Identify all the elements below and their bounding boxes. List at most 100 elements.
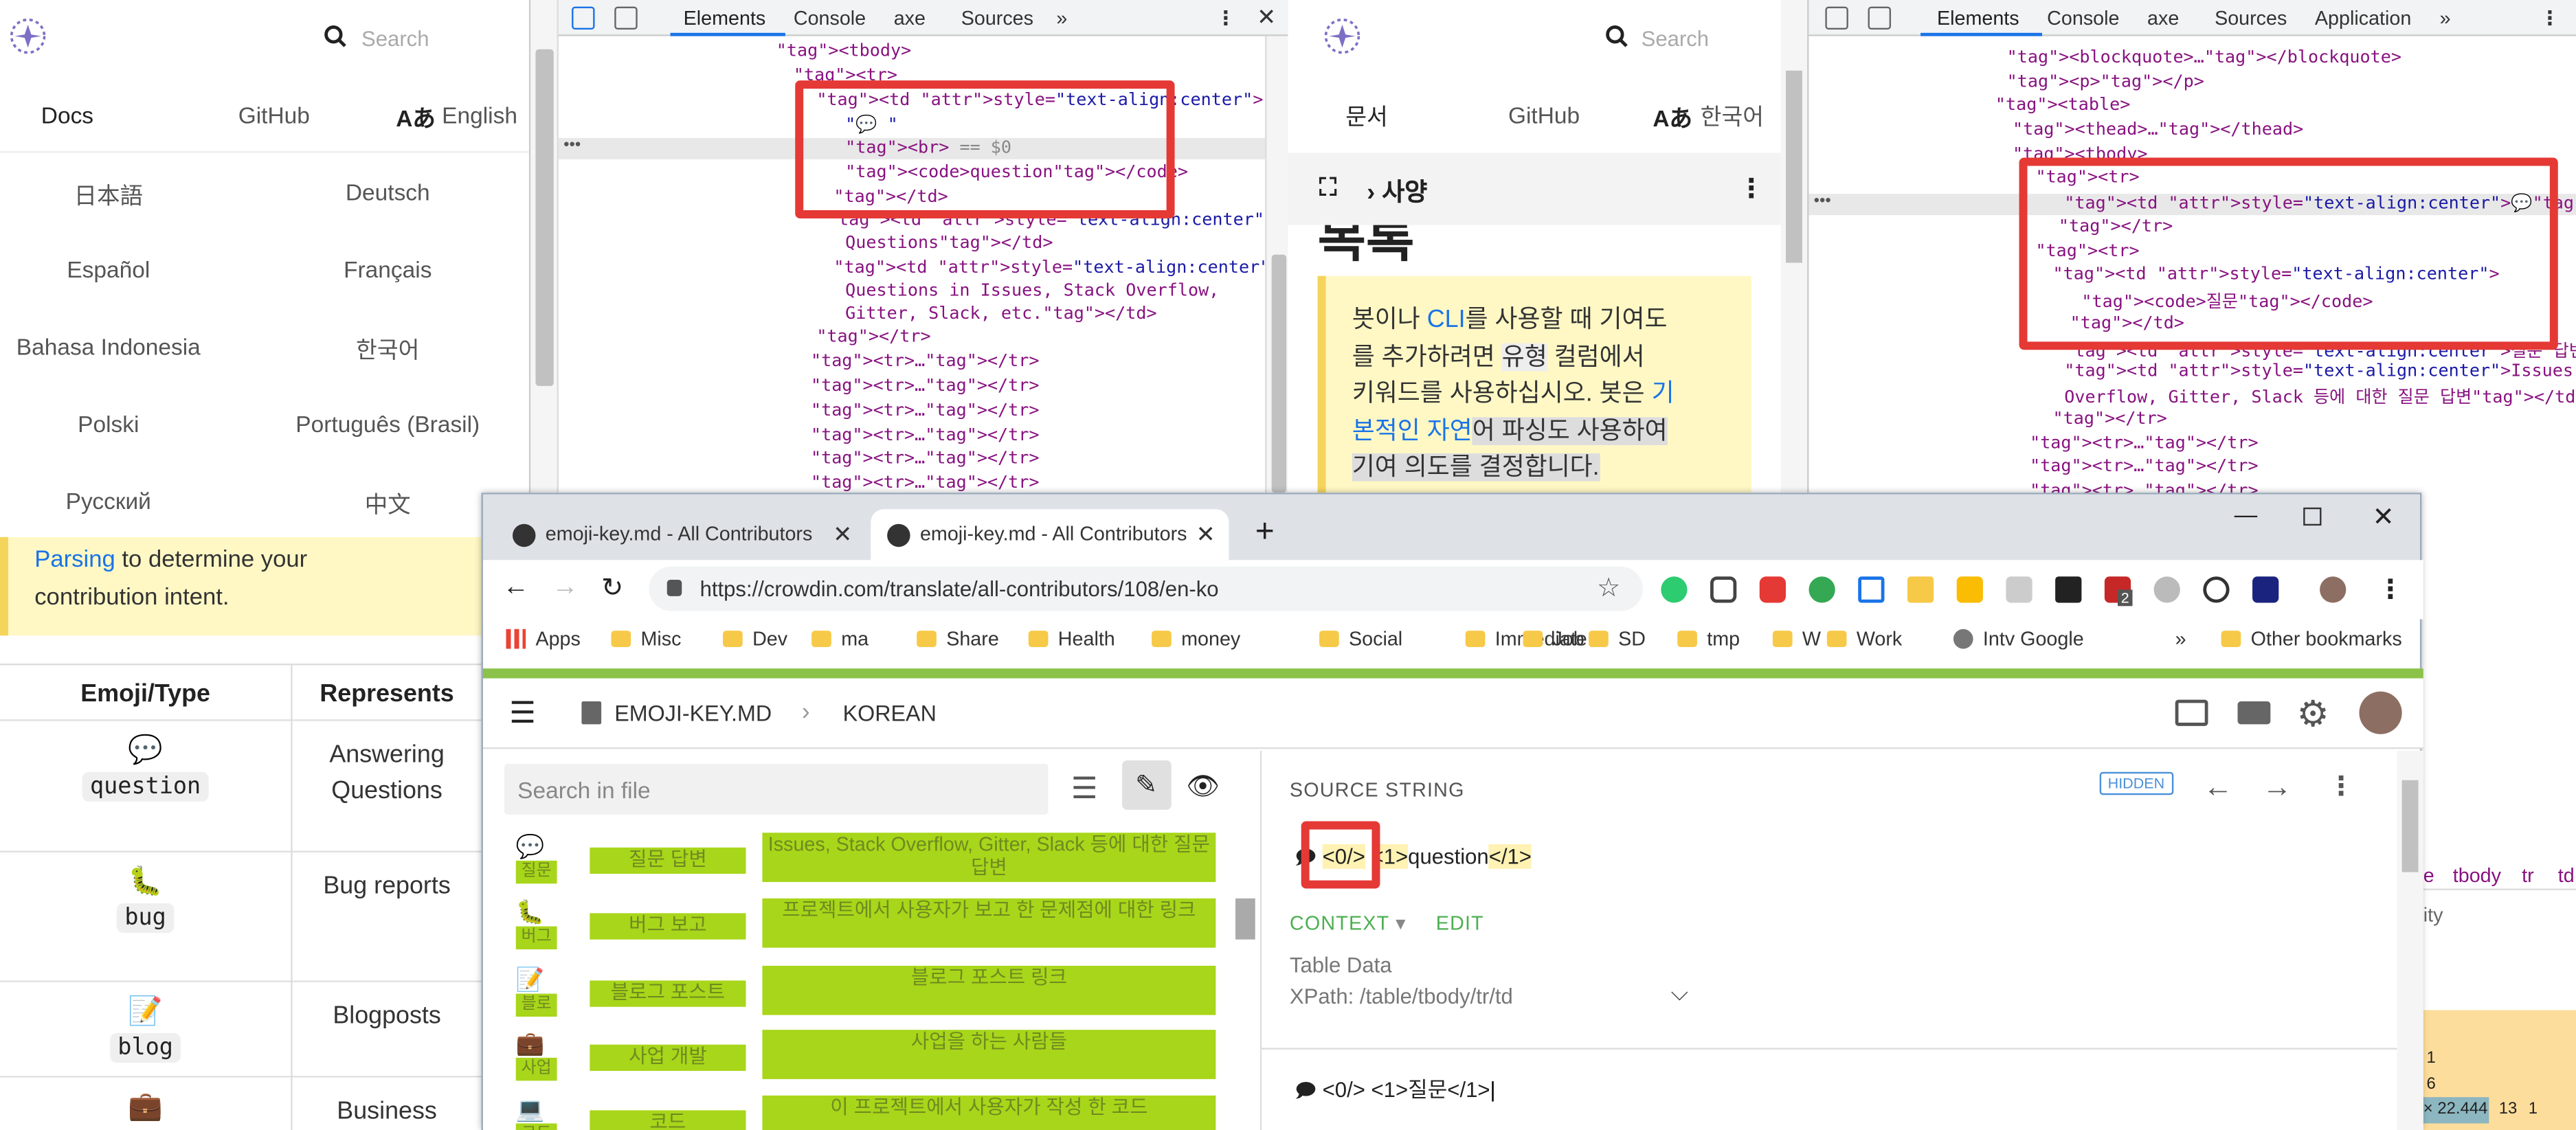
dom-node-line[interactable]: "tag"><tr>…"tag"></tr>: [811, 449, 1040, 468]
bookmark-item[interactable]: Dev: [723, 627, 787, 651]
dom-node-line[interactable]: "tag"><table>: [1995, 95, 2131, 115]
nav-github[interactable]: GitHub: [238, 102, 310, 128]
dom-node-line[interactable]: "tag"><tr>…"tag"></tr>: [2030, 457, 2259, 477]
dom-node-line[interactable]: "tag"><tr>…"tag"></tr>: [2030, 433, 2259, 453]
tab-axe[interactable]: axe: [894, 7, 926, 30]
language-name[interactable]: KOREAN: [843, 701, 937, 726]
ext-triangle-icon[interactable]: [1858, 576, 1885, 603]
pocket-icon[interactable]: [1710, 576, 1737, 603]
omnibox[interactable]: https://crowdin.com/translate/all-contri…: [649, 566, 1643, 611]
crumb-td[interactable]: td: [2558, 864, 2575, 887]
page-scrollbar[interactable]: [1780, 0, 1808, 493]
crumb-tr[interactable]: tr: [2522, 864, 2534, 887]
hamburger-icon[interactable]: ☰: [509, 697, 536, 731]
language-link[interactable]: Español: [0, 256, 232, 282]
language-link[interactable]: Русский: [0, 488, 232, 514]
dom-node-line[interactable]: "tag"><tr>…"tag"></tr>: [811, 473, 1040, 493]
dom-node-line[interactable]: Questions in Issues, Stack Overflow,: [845, 281, 1219, 301]
youtube-icon[interactable]: [1759, 576, 1787, 603]
inspect-icon[interactable]: [572, 6, 595, 30]
nav-docs-ko[interactable]: 문서: [1345, 100, 1388, 133]
minimize-button[interactable]: —: [2235, 501, 2257, 527]
browser-tab-2[interactable]: emoji-key.md - All Contributors ✕: [871, 509, 1229, 561]
bookmark-item[interactable]: W: [1772, 627, 1821, 651]
ext-gray-icon[interactable]: [2006, 576, 2032, 603]
grammarly-icon[interactable]: [1661, 576, 1688, 603]
dom-node-line[interactable]: "tag"><p>"tag"></p>: [2007, 72, 2204, 92]
ext-owl-icon[interactable]: [2153, 576, 2180, 603]
ext-heart-icon[interactable]: [2252, 576, 2279, 603]
dom-node-line[interactable]: "tag"><tbody>: [776, 41, 912, 61]
bookmark-item[interactable]: money: [1152, 627, 1240, 651]
string-row[interactable]: 💻코드코드이 프로젝트에서 사용자가 작성 한 코드: [483, 1095, 1235, 1130]
reload-icon[interactable]: ↻: [601, 572, 623, 604]
string-row[interactable]: 💬 질문 질문 답변 Issues, Stack Overflow, Gitter, …: [483, 833, 1235, 899]
tab-sources[interactable]: Sources: [961, 7, 1033, 30]
device-toggle-icon[interactable]: [614, 6, 638, 30]
bookmark-item[interactable]: Misc: [611, 627, 681, 651]
tab-axe-2[interactable]: axe: [2147, 7, 2179, 30]
tag-close[interactable]: </1>: [1488, 844, 1532, 869]
bookmark-item[interactable]: Social: [1319, 627, 1402, 651]
keyboard-icon[interactable]: [2237, 701, 2271, 725]
bookmark-item[interactable]: Work: [1826, 627, 1902, 651]
bookmark-star-icon[interactable]: ☆: [1597, 572, 1620, 604]
bookmark-item[interactable]: »: [2175, 627, 2186, 650]
tab-elements-2[interactable]: Elements: [1937, 7, 2019, 30]
dom-node-line[interactable]: Gitter, Slack, etc."tag"></td>: [845, 304, 1156, 324]
bookmark-item[interactable]: Job: [1523, 627, 1584, 651]
nav-docs[interactable]: Docs: [41, 102, 93, 128]
react-icon[interactable]: [2203, 576, 2230, 603]
bookmark-item[interactable]: Share: [917, 627, 999, 651]
user-avatar[interactable]: [2359, 691, 2402, 734]
language-link[interactable]: 中文: [265, 488, 511, 521]
cli-link[interactable]: CLI: [1427, 306, 1466, 334]
ext-wave-icon[interactable]: [2055, 576, 2082, 603]
hidden-badge[interactable]: HIDDEN: [2099, 771, 2173, 795]
bookmark-item[interactable]: Apps: [506, 627, 581, 651]
dom-node-line[interactable]: Overflow, Gitter, Slack 등에 대한 질문 답변"tag"…: [2064, 384, 2576, 409]
settings-gear-icon[interactable]: ⚙: [2297, 693, 2329, 736]
dom-node-line[interactable]: "tag"><tr>…"tag"></tr>: [811, 352, 1040, 372]
tab-application[interactable]: Application: [2315, 7, 2411, 30]
string-row[interactable]: 🐛 버그 버그 보고 프로젝트에서 사용자가 보고 한 문제점에 대한 링크: [483, 898, 1235, 964]
tab-elements[interactable]: Elements: [684, 7, 766, 30]
language-link[interactable]: 한국어: [265, 333, 511, 366]
url-text[interactable]: https://crowdin.com/translate/all-contri…: [700, 576, 1219, 601]
language-link[interactable]: Bahasa Indonesia: [0, 333, 232, 359]
previous-string-icon[interactable]: ←: [2203, 770, 2232, 804]
file-name[interactable]: EMOJI-KEY.MD: [614, 701, 772, 726]
back-icon[interactable]: ←: [503, 573, 529, 602]
dom-node-line[interactable]: "tag"><thead>…"tag"></thead>: [2013, 120, 2303, 140]
ext-green-icon[interactable]: [1808, 576, 1835, 603]
inspect-icon-2[interactable]: [1825, 6, 1848, 30]
nav-language-ko[interactable]: 한국어: [1701, 100, 1764, 133]
dom-node-line[interactable]: "tag"></tr>: [2053, 409, 2167, 429]
tab-sources-2[interactable]: Sources: [2215, 7, 2287, 30]
nav-github-ko[interactable]: GitHub: [1508, 102, 1580, 128]
bookmark-item[interactable]: ma: [811, 627, 869, 651]
ublock-icon[interactable]: 2: [2104, 576, 2133, 607]
more-tabs-icon[interactable]: »: [1056, 7, 1067, 30]
close-icon[interactable]: ✕: [1257, 3, 1276, 32]
expand-icon[interactable]: ⛶: [1319, 174, 1336, 202]
scrollbar[interactable]: [530, 0, 559, 493]
more-tabs-icon-2[interactable]: »: [2440, 7, 2451, 30]
logo-icon[interactable]: [7, 16, 49, 56]
search-input[interactable]: Search: [361, 26, 429, 51]
profile-avatar[interactable]: [2320, 576, 2347, 603]
language-link[interactable]: Deutsch: [265, 179, 511, 205]
window-close-button[interactable]: ✕: [2373, 501, 2395, 534]
more-options-icon[interactable]: ⋮: [2328, 770, 2354, 803]
dom-node-line[interactable]: "tag"><tr>…"tag"></tr>: [811, 425, 1040, 445]
search-input-2[interactable]: Search: [1642, 26, 1710, 51]
tree-scrollbar[interactable]: [1265, 36, 1290, 493]
context-toggle[interactable]: CONTEXT ▾: [1290, 912, 1407, 934]
ext-yellow-icon[interactable]: [1907, 576, 1934, 603]
dom-node-line[interactable]: Questions"tag"></td>: [845, 234, 1053, 253]
bookmark-item[interactable]: Health: [1028, 627, 1115, 651]
language-link[interactable]: Português (Brasil): [265, 411, 511, 437]
browser-tab-1[interactable]: emoji-key.md - All Contributors ✕: [496, 509, 864, 560]
crumb-tbody[interactable]: tbody: [2453, 864, 2501, 887]
edit-mode-button[interactable]: ✎: [1122, 760, 1172, 810]
